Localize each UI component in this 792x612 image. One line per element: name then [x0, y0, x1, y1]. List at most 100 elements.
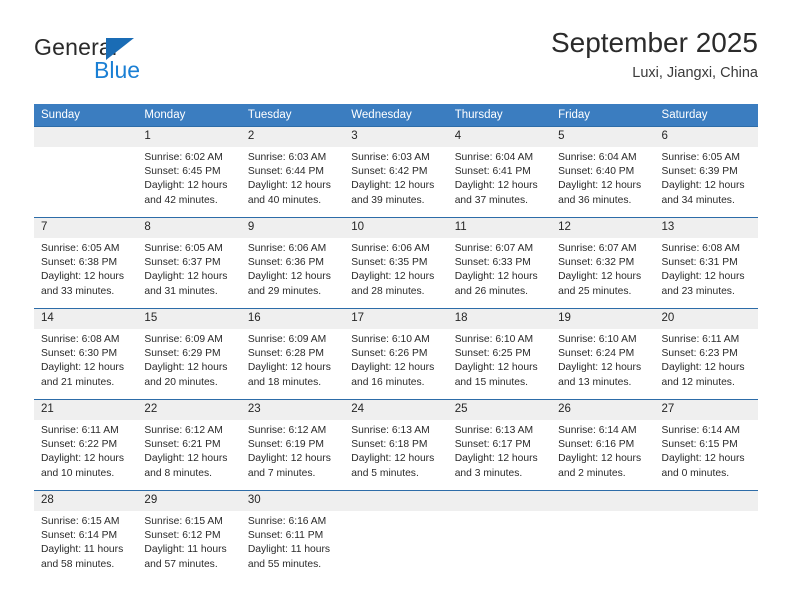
sunset-text: Sunset: 6:11 PM	[247, 530, 324, 542]
sunset-text: Sunset: 6:18 PM	[351, 439, 428, 451]
sunset-text: Sunset: 6:45 PM	[144, 166, 221, 178]
daylight-text: and 0 minutes.	[661, 467, 730, 479]
sunrise-text: Sunrise: 6:03 AM	[247, 152, 327, 163]
day-number	[654, 491, 758, 511]
sunrise-text: Sunrise: 6:12 AM	[144, 425, 223, 436]
sunset-text: Sunset: 6:19 PM	[247, 439, 324, 451]
day-number: 2	[240, 127, 345, 147]
day-number: 25	[447, 400, 552, 420]
day-cell-inner: 23 Sunrise: 6:12 AM Sunset: 6:19 PM Dayligh…	[240, 400, 345, 490]
calendar-day-cell[interactable]: 18 Sunrise: 6:10 AM Sunset: 6:25 PM Dayligh…	[447, 308, 552, 400]
day-cell-inner: 8 Sunrise: 6:05 AM Sunset: 6:37 PM Daylight…	[137, 218, 241, 308]
day-details: Sunrise: 6:07 AM Sunset: 6:33 PM Daylight:…	[448, 238, 551, 299]
sunrise-text: Sunrise: 6:05 AM	[661, 152, 740, 163]
daylight-text: and 23 minutes.	[661, 285, 735, 297]
day-details: Sunrise: 6:09 AM Sunset: 6:29 PM Daylight:…	[137, 329, 240, 390]
sunrise-text: Sunrise: 6:03 AM	[351, 152, 430, 163]
sunrise-text: Sunrise: 6:05 AM	[41, 243, 120, 254]
sunset-text: Sunset: 6:12 PM	[144, 530, 221, 542]
calendar-header-row: Sunday Monday Tuesday Wednesday Thursday…	[34, 104, 758, 127]
calendar-day-cell[interactable]: 2 Sunrise: 6:03 AM Sunset: 6:44 PM Daylight…	[240, 126, 345, 218]
calendar-day-cell[interactable]: 1 Sunrise: 6:02 AM Sunset: 6:45 PM Daylight…	[137, 126, 241, 218]
calendar-day-cell[interactable]: 24 Sunrise: 6:13 AM Sunset: 6:18 PM Dayligh…	[344, 399, 448, 491]
daylight-text: and 31 minutes.	[144, 285, 218, 297]
calendar-day-cell[interactable]: 4 Sunrise: 6:04 AM Sunset: 6:41 PM Daylight…	[447, 126, 552, 218]
day-number: 7	[34, 218, 138, 238]
sunset-text: Sunset: 6:24 PM	[558, 348, 635, 360]
day-number: 22	[137, 400, 241, 420]
calendar-day-cell[interactable]: 15 Sunrise: 6:09 AM Sunset: 6:29 PM Dayligh…	[137, 308, 241, 400]
day-details	[551, 511, 654, 515]
calendar-day-cell[interactable]: 6 Sunrise: 6:05 AM Sunset: 6:39 PM Daylight…	[654, 126, 758, 218]
day-cell-inner: 24 Sunrise: 6:13 AM Sunset: 6:18 PM Dayligh…	[344, 400, 448, 490]
day-details: Sunrise: 6:09 AM Sunset: 6:28 PM Daylight:…	[241, 329, 344, 390]
day-cell-inner: 14 Sunrise: 6:08 AM Sunset: 6:30 PM Dayligh…	[34, 309, 138, 399]
daylight-text: and 57 minutes.	[144, 558, 218, 570]
day-number: 20	[654, 309, 758, 329]
day-details: Sunrise: 6:11 AM Sunset: 6:22 PM Daylight:…	[34, 420, 137, 481]
calendar-day-cell[interactable]: 8 Sunrise: 6:05 AM Sunset: 6:37 PM Daylight…	[137, 217, 241, 309]
day-cell-inner	[34, 127, 138, 217]
day-number: 27	[654, 400, 758, 420]
sunset-text: Sunset: 6:40 PM	[558, 166, 635, 178]
calendar-day-cell[interactable]: 11 Sunrise: 6:07 AM Sunset: 6:33 PM Dayligh…	[447, 217, 552, 309]
daylight-text: Daylight: 12 hours	[41, 271, 124, 283]
calendar-day-cell[interactable]: 23 Sunrise: 6:12 AM Sunset: 6:19 PM Dayligh…	[240, 399, 345, 491]
general-blue-logo[interactable]: General Blue	[34, 34, 214, 90]
sunset-text: Sunset: 6:38 PM	[41, 257, 118, 269]
calendar-week-row: 14 Sunrise: 6:08 AM Sunset: 6:30 PM Dayligh…	[34, 308, 758, 400]
calendar-day-cell[interactable]: 12 Sunrise: 6:07 AM Sunset: 6:32 PM Dayligh…	[551, 217, 655, 309]
day-details: Sunrise: 6:03 AM Sunset: 6:44 PM Daylight:…	[241, 147, 344, 208]
day-number: 13	[654, 218, 758, 238]
calendar-day-cell[interactable]: 22 Sunrise: 6:12 AM Sunset: 6:21 PM Dayligh…	[137, 399, 241, 491]
day-number	[447, 491, 552, 511]
day-cell-inner: 5 Sunrise: 6:04 AM Sunset: 6:40 PM Daylight…	[551, 127, 655, 217]
calendar-day-cell[interactable]: 26 Sunrise: 6:14 AM Sunset: 6:16 PM Dayligh…	[551, 399, 655, 491]
page-header: General Blue September 2025 Luxi, Jiangx…	[34, 26, 758, 90]
calendar-day-cell[interactable]: 7 Sunrise: 6:05 AM Sunset: 6:38 PM Daylight…	[34, 217, 138, 309]
calendar-day-cell[interactable]: 13 Sunrise: 6:08 AM Sunset: 6:31 PM Dayligh…	[654, 217, 758, 309]
day-cell-inner: 10 Sunrise: 6:06 AM Sunset: 6:35 PM Dayligh…	[344, 218, 448, 308]
day-details: Sunrise: 6:05 AM Sunset: 6:38 PM Daylight:…	[34, 238, 137, 299]
calendar-day-cell[interactable]: 17 Sunrise: 6:10 AM Sunset: 6:26 PM Dayligh…	[344, 308, 448, 400]
calendar-day-cell[interactable]: 20 Sunrise: 6:11 AM Sunset: 6:23 PM Dayligh…	[654, 308, 758, 400]
day-cell-inner: 15 Sunrise: 6:09 AM Sunset: 6:29 PM Dayligh…	[137, 309, 241, 399]
day-details: Sunrise: 6:05 AM Sunset: 6:39 PM Daylight:…	[655, 147, 758, 208]
calendar-day-cell[interactable]: 16 Sunrise: 6:09 AM Sunset: 6:28 PM Dayligh…	[240, 308, 345, 400]
sunrise-text: Sunrise: 6:07 AM	[558, 243, 637, 254]
calendar-day-cell[interactable]: 3 Sunrise: 6:03 AM Sunset: 6:42 PM Daylight…	[344, 126, 448, 218]
sunrise-text: Sunrise: 6:15 AM	[144, 516, 223, 527]
calendar-day-cell[interactable]: 10 Sunrise: 6:06 AM Sunset: 6:35 PM Dayligh…	[344, 217, 448, 309]
calendar-day-cell[interactable]: 29 Sunrise: 6:15 AM Sunset: 6:12 PM Dayligh…	[137, 490, 241, 583]
weekday-header-sunday: Sunday	[34, 104, 138, 127]
calendar-day-cell[interactable]: 27 Sunrise: 6:14 AM Sunset: 6:15 PM Dayligh…	[654, 399, 758, 491]
day-number	[344, 491, 448, 511]
calendar-day-cell[interactable]: 5 Sunrise: 6:04 AM Sunset: 6:40 PM Daylight…	[551, 126, 655, 218]
daylight-text: and 15 minutes.	[454, 376, 528, 388]
calendar-day-cell[interactable]: 28 Sunrise: 6:15 AM Sunset: 6:14 PM Dayligh…	[34, 490, 138, 583]
daylight-text: and 33 minutes.	[41, 285, 115, 297]
day-number: 29	[137, 491, 241, 511]
calendar-day-cell[interactable]: 25 Sunrise: 6:13 AM Sunset: 6:17 PM Dayligh…	[447, 399, 552, 491]
calendar-day-cell[interactable]: 19 Sunrise: 6:10 AM Sunset: 6:24 PM Dayligh…	[551, 308, 655, 400]
daylight-text: and 3 minutes.	[454, 467, 523, 479]
sunrise-text: Sunrise: 6:08 AM	[41, 334, 120, 345]
sunrise-text: Sunrise: 6:16 AM	[247, 516, 327, 527]
calendar-day-cell[interactable]: 9 Sunrise: 6:06 AM Sunset: 6:36 PM Daylight…	[240, 217, 345, 309]
calendar-day-cell[interactable]: 30 Sunrise: 6:16 AM Sunset: 6:11 PM Dayligh…	[240, 490, 345, 583]
day-number: 17	[344, 309, 448, 329]
daylight-text: and 58 minutes.	[41, 558, 115, 570]
day-details: Sunrise: 6:14 AM Sunset: 6:16 PM Daylight:…	[551, 420, 654, 481]
calendar-empty-cell	[551, 490, 655, 583]
sunset-text: Sunset: 6:25 PM	[454, 348, 531, 360]
day-cell-inner: 6 Sunrise: 6:05 AM Sunset: 6:39 PM Daylight…	[654, 127, 758, 217]
calendar-day-cell[interactable]: 14 Sunrise: 6:08 AM Sunset: 6:30 PM Dayligh…	[34, 308, 138, 400]
location-subtitle: Luxi, Jiangxi, China	[632, 65, 758, 81]
sunset-text: Sunset: 6:26 PM	[351, 348, 428, 360]
calendar-day-cell[interactable]: 21 Sunrise: 6:11 AM Sunset: 6:22 PM Dayligh…	[34, 399, 138, 491]
day-number: 24	[344, 400, 448, 420]
day-details: Sunrise: 6:03 AM Sunset: 6:42 PM Daylight:…	[344, 147, 447, 208]
daylight-text: and 16 minutes.	[351, 376, 425, 388]
logo-text-blue: Blue	[94, 57, 141, 83]
day-details: Sunrise: 6:15 AM Sunset: 6:12 PM Daylight:…	[137, 511, 240, 572]
